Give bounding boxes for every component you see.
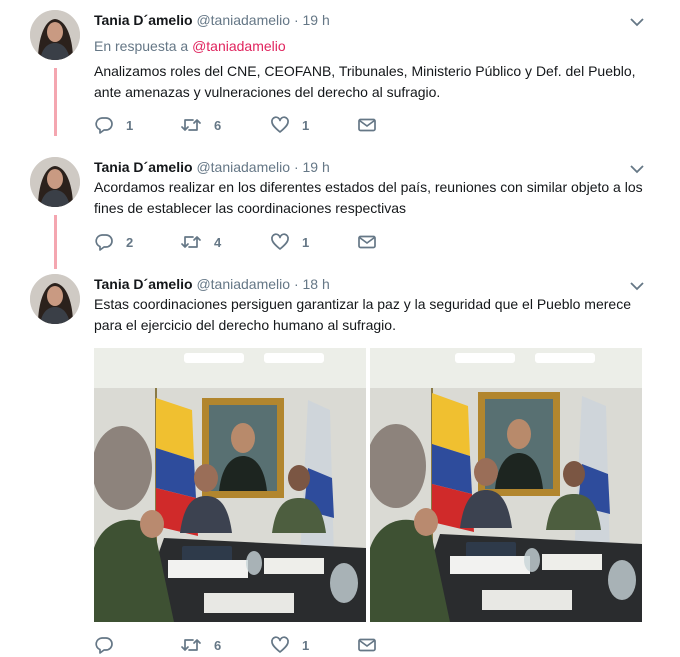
tweet-media [94,348,644,622]
tweet-text: Estas coordinaciones persiguen garantiza… [94,296,631,333]
tweet-header: Tania D´amelio @taniadamelio · 19 h [94,159,330,175]
like-button[interactable]: 1 [270,115,309,135]
reply-count: 1 [126,117,134,133]
thread-line [54,215,57,269]
envelope-icon [358,638,376,652]
reply-button[interactable]: 2 [94,232,133,252]
avatar[interactable] [30,10,80,60]
avatar-photo [30,274,80,324]
retweet-button[interactable]: 6 [180,115,221,135]
reply-count: 2 [126,234,134,250]
timestamp[interactable]: 19 h [303,12,330,28]
like-count: 1 [302,637,310,653]
tweet-header: Tania D´amelio @taniadamelio · 18 h [94,276,330,292]
timestamp[interactable]: 18 h [303,276,330,292]
tweet-1[interactable]: Tania D´amelio @taniadamelio · 19 h En r… [0,10,680,140]
reply-icon [95,234,113,251]
chevron-down-icon[interactable] [628,280,646,292]
retweet-icon [181,236,201,248]
reply-button[interactable]: 1 [94,115,133,135]
reply-prefix: En respuesta a [94,38,189,54]
username[interactable]: @taniadamelio [196,159,290,175]
separator-dot: · [293,159,299,175]
fullname[interactable]: Tania D´amelio [94,276,193,292]
avatar[interactable] [30,157,80,207]
retweet-count: 4 [214,234,222,250]
tweet-3[interactable]: Tania D´amelio @taniadamelio · 18 h Esta… [0,274,680,657]
avatar[interactable] [30,274,80,324]
reply-button[interactable] [94,635,126,655]
thread-line [54,68,57,136]
separator-dot: · [293,12,299,28]
retweet-button[interactable]: 6 [180,635,221,655]
heart-icon [271,636,289,653]
dm-button[interactable] [357,635,377,655]
tweet-text: Analizamos roles del CNE, CEOFANB, Tribu… [94,63,636,100]
heart-icon [271,233,289,250]
username[interactable]: @taniadamelio [196,276,290,292]
reply-context: En respuesta a @taniadamelio [94,38,286,54]
chevron-down-icon[interactable] [628,16,646,28]
reply-mention-link[interactable]: @taniadamelio [192,38,286,54]
like-count: 1 [302,117,310,133]
timestamp[interactable]: 19 h [303,159,330,175]
envelope-icon [358,235,376,249]
tweet-photo-1[interactable] [94,348,366,622]
meeting-photo [370,348,642,622]
dm-button[interactable] [357,232,377,252]
tweet-2[interactable]: Tania D´amelio @taniadamelio · 19 h Acor… [0,157,680,269]
dm-button[interactable] [357,115,377,135]
meeting-photo [94,348,366,622]
username[interactable]: @taniadamelio [196,12,290,28]
envelope-icon [358,118,376,132]
fullname[interactable]: Tania D´amelio [94,12,193,28]
tweet-text: Acordamos realizar en los diferentes est… [94,179,643,216]
retweet-count: 6 [214,117,222,133]
like-count: 1 [302,234,310,250]
retweet-count: 6 [214,637,222,653]
retweet-icon [181,119,201,131]
reply-icon [95,637,113,654]
retweet-button[interactable]: 4 [180,232,221,252]
reply-icon [95,117,113,134]
avatar-photo [30,10,80,60]
tweet-photo-2[interactable] [370,348,642,622]
like-button[interactable]: 1 [270,635,309,655]
retweet-icon [181,639,201,651]
avatar-photo [30,157,80,207]
heart-icon [271,116,289,133]
fullname[interactable]: Tania D´amelio [94,159,193,175]
like-button[interactable]: 1 [270,232,309,252]
chevron-down-icon[interactable] [628,163,646,175]
tweet-header: Tania D´amelio @taniadamelio · 19 h [94,12,330,28]
separator-dot: · [293,276,299,292]
